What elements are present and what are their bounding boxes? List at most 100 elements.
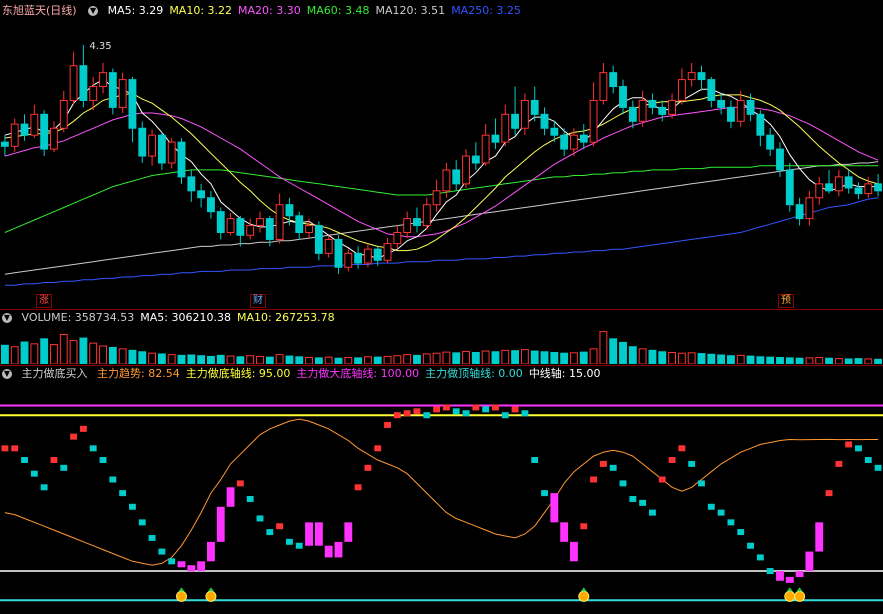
buy-signal-leaf-icon: [207, 587, 214, 592]
indicator-block: [482, 406, 490, 413]
volume-bar: [785, 357, 794, 364]
candle-body: [481, 134, 490, 164]
candle-body: [766, 134, 775, 150]
candle-body: [216, 211, 225, 233]
candle-body: [256, 218, 264, 227]
indicator-block: [276, 523, 284, 530]
ma120-line: [4, 161, 879, 275]
strong-bar: [305, 522, 313, 546]
indicator-block: [688, 460, 696, 467]
volume-bar: [275, 354, 284, 364]
candle-body: [874, 183, 883, 192]
volume-bar: [187, 354, 196, 364]
dropdown-icon[interactable]: ▼: [2, 313, 12, 323]
candle-body: [579, 134, 588, 143]
volume-bar: [638, 348, 647, 364]
volume-bar: [756, 356, 765, 364]
indicator-block: [364, 464, 372, 471]
volume-bar: [314, 357, 323, 364]
indicator-block: [99, 457, 107, 464]
indicator-chart[interactable]: [0, 382, 883, 614]
volume-bar: [471, 351, 480, 364]
volume-bar: [413, 354, 421, 364]
candle-body: [697, 72, 706, 81]
volume-bar: [383, 355, 392, 364]
volume-bar: [462, 350, 470, 364]
candle-body: [658, 106, 667, 115]
candle-body: [452, 169, 461, 185]
event-tag-finance[interactable]: 财: [250, 294, 266, 308]
candle-body: [69, 65, 78, 101]
volume-bar: [432, 352, 441, 364]
candle-body: [834, 176, 843, 192]
event-tag-forecast[interactable]: 预: [778, 294, 794, 308]
volume-bar: [50, 344, 58, 364]
candle-body: [668, 99, 676, 115]
volume-bar: [795, 357, 804, 364]
strong-bar: [795, 571, 804, 578]
candle-body: [511, 113, 520, 129]
indicator-block: [50, 457, 58, 464]
volume-bar: [422, 353, 431, 364]
volume-bar: [265, 356, 274, 364]
indicator-block: [727, 519, 735, 526]
strong-bar: [207, 541, 215, 562]
event-tag-up[interactable]: 涨: [36, 294, 52, 308]
indicator-block: [256, 515, 264, 522]
strong-bar: [805, 551, 814, 572]
candle-body: [520, 99, 529, 129]
buy-signal-icon: [784, 590, 796, 602]
candle-body: [462, 155, 470, 185]
indicator-block: [521, 410, 529, 417]
candle-body: [295, 215, 304, 234]
candle-body: [442, 169, 451, 192]
candle-body: [148, 134, 157, 157]
volume-bar: [825, 357, 833, 364]
indicator-block: [109, 476, 117, 483]
indicator-block: [599, 460, 607, 467]
candle-body: [854, 187, 863, 195]
volume-bar: [108, 346, 117, 364]
volume-bar: [59, 333, 68, 364]
candle-body: [354, 252, 363, 264]
volume-bar: [658, 351, 667, 364]
kline-legend-item: MA60: 3.48: [306, 4, 370, 17]
volume-bar: [177, 354, 186, 364]
volume-bar: [403, 354, 412, 364]
volume-bar: [844, 358, 853, 364]
dropdown-icon[interactable]: ▼: [88, 6, 99, 16]
volume-bar: [373, 356, 382, 364]
volume-legend-item: MA5: 306210.38: [140, 311, 231, 324]
candle-body: [805, 197, 814, 220]
volume-bar: [628, 346, 637, 364]
indicator-block: [413, 408, 421, 415]
candle-body: [491, 134, 500, 143]
buy-signal-leaf-icon: [786, 587, 793, 592]
indicator-block: [11, 445, 19, 452]
indicator-block: [384, 421, 391, 428]
volume-bar: [197, 355, 206, 364]
indicator-block: [766, 568, 774, 575]
indicator-block: [403, 410, 411, 417]
indicator-block: [70, 433, 78, 440]
kline-chart[interactable]: 4.35: [0, 18, 883, 308]
volume-bar: [589, 348, 598, 364]
indicator-block: [874, 464, 882, 471]
indicator-block: [619, 480, 627, 487]
volume-bar: [354, 357, 363, 364]
kline-legend-item: MA20: 3.30: [238, 4, 301, 17]
candle-body: [687, 72, 696, 81]
volume-bar: [707, 353, 716, 364]
candle-body: [393, 232, 402, 245]
candle-body: [344, 252, 353, 268]
buy-signal-leaf-icon: [580, 587, 587, 592]
volume-bar: [452, 352, 461, 364]
volume-bar: [766, 356, 775, 364]
candle-body: [285, 204, 294, 217]
volume-chart[interactable]: [0, 326, 883, 364]
buy-signal-leaf-icon: [178, 587, 185, 592]
dropdown-icon[interactable]: ▼: [2, 369, 12, 379]
candle-body: [157, 134, 166, 164]
volume-bar: [148, 352, 157, 364]
candle-body: [677, 79, 686, 101]
